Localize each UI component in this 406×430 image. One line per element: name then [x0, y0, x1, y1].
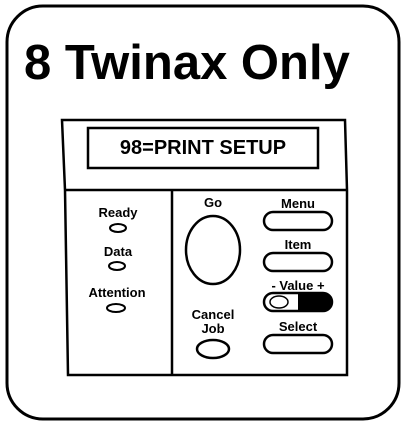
- page-title: 8 Twinax Only: [24, 36, 350, 90]
- go-label: Go: [203, 195, 223, 210]
- item-label: Item: [284, 237, 312, 252]
- item-button[interactable]: [262, 251, 334, 273]
- operator-panel-diagram: 8 Twinax Only 98=PRINT SETUP Ready Data …: [0, 0, 406, 425]
- data-label: Data: [103, 244, 133, 259]
- value-rocker-pivot-icon: [269, 295, 289, 309]
- cancel-label-line1: Cancel: [191, 307, 235, 322]
- attention-led-icon: [106, 303, 126, 313]
- value-plus-button[interactable]: [298, 293, 332, 311]
- value-label: - Value +: [271, 278, 325, 293]
- lcd-text: 98=PRINT SETUP: [119, 137, 287, 159]
- value-rocker-button[interactable]: [262, 291, 334, 313]
- menu-button[interactable]: [262, 210, 334, 232]
- select-button[interactable]: [262, 333, 334, 355]
- ready-led-icon: [109, 223, 127, 233]
- attention-label: Attention: [88, 285, 146, 300]
- menu-label: Menu: [281, 196, 315, 211]
- data-led-icon: [108, 261, 126, 271]
- cancel-label-line2: Job: [201, 321, 225, 336]
- cancel-job-button[interactable]: [195, 338, 231, 360]
- ready-label: Ready: [98, 205, 138, 220]
- go-button[interactable]: [184, 214, 242, 286]
- select-label: Select: [278, 319, 318, 334]
